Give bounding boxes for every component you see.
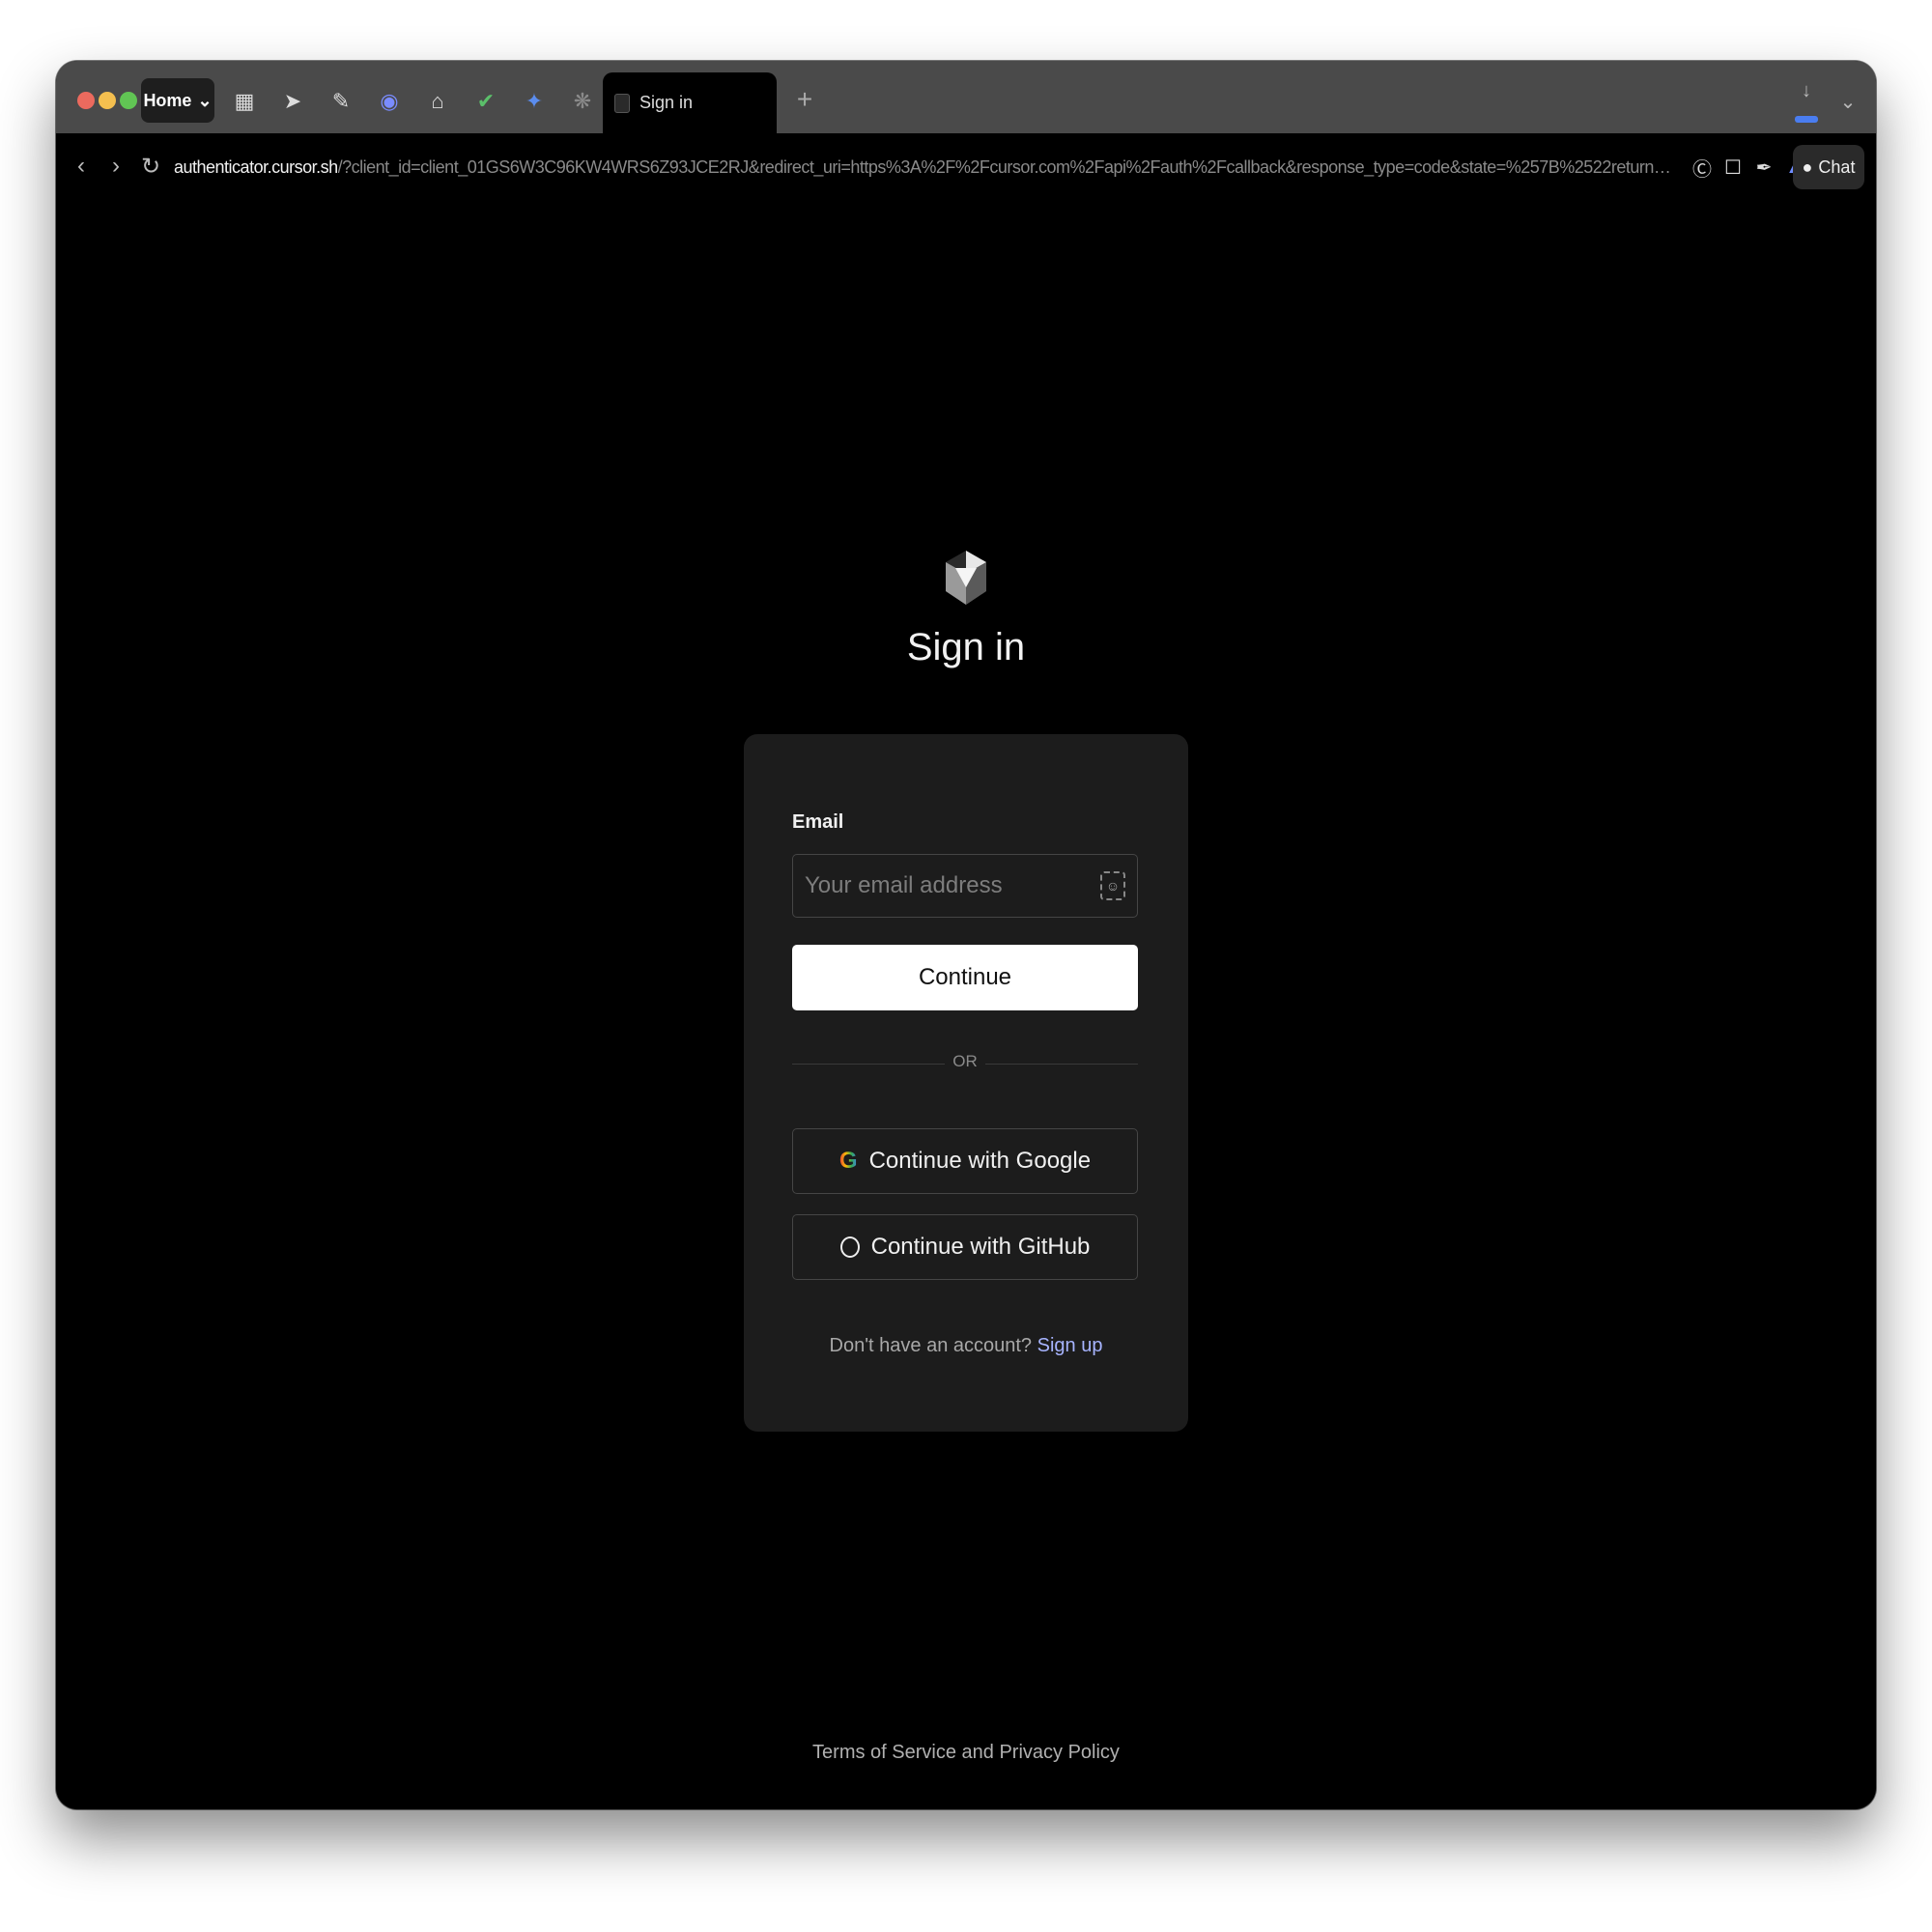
tab-title: Sign in xyxy=(639,93,694,112)
google-button-label: Continue with Google xyxy=(868,1148,1092,1174)
chat-bubble-icon: ● xyxy=(1802,156,1813,177)
url-path: /?client_id=client_01GS6W3C96KW4WRS6Z93J… xyxy=(337,156,1676,177)
home-space-tab[interactable]: Home ⌄ xyxy=(141,78,214,123)
autofill-scan-icon[interactable]: ☺ xyxy=(1100,871,1125,900)
continue-with-google-button[interactable]: G Continue with Google xyxy=(792,1128,1138,1194)
person-icon: ☺ xyxy=(1105,878,1121,894)
reload-icon: ↻ xyxy=(140,153,161,180)
chat-button-label: Chat xyxy=(1818,156,1856,177)
chevron-down-icon: ⌄ xyxy=(197,90,213,110)
pinned-tab-browser[interactable]: ◉ xyxy=(370,82,409,121)
chevron-left-icon: ‹ xyxy=(77,153,85,179)
tab-bar: Home ⌄ ▦ ➤ ✎ ◉ ⌂ ✔ ✦ ❋ Sign in + ↓ ⌄ xyxy=(56,61,1876,133)
plus-icon: + xyxy=(796,84,813,114)
pinned-tab-notes[interactable]: ✎ xyxy=(322,82,360,121)
tab-sign-in[interactable]: Sign in xyxy=(603,72,777,133)
github-icon xyxy=(839,1236,860,1258)
edit-box-icon: ☐ xyxy=(1724,156,1742,179)
tab-overview-button[interactable]: ⌄ xyxy=(1833,82,1862,121)
reload-button[interactable]: ↻ xyxy=(133,147,168,185)
forward-button[interactable]: › xyxy=(99,147,133,185)
downloads-button[interactable]: ↓ xyxy=(1787,80,1826,128)
sparkle-icon: ✦ xyxy=(525,89,544,113)
github-button-label: Continue with GitHub xyxy=(870,1234,1091,1260)
signup-prompt: Don't have an account? Sign up xyxy=(744,1335,1188,1357)
house-icon: ⌂ xyxy=(431,89,444,113)
page-title: Sign in xyxy=(906,626,1026,668)
chat-button[interactable]: ● Chat xyxy=(1793,145,1864,189)
zoom-window-button[interactable] xyxy=(120,92,137,109)
new-tab-button[interactable]: + xyxy=(785,80,824,119)
pinned-tab-openai[interactable]: ❋ xyxy=(563,82,602,121)
extension-translate[interactable]: Ⓒ xyxy=(1689,153,1716,182)
calendar-icon: ▦ xyxy=(234,89,255,113)
chevron-down-icon: ⌄ xyxy=(1839,91,1857,113)
url-field[interactable]: authenticator.cursor.sh/?client_id=clien… xyxy=(174,133,1676,201)
chevron-right-icon: › xyxy=(112,153,120,179)
download-progress-bar xyxy=(1795,116,1818,123)
page-favicon-icon xyxy=(614,93,630,113)
email-label: Email xyxy=(792,811,844,833)
page-content: Sign in Email ☺ Continue OR G Continue w… xyxy=(56,201,1876,1809)
continue-button[interactable]: Continue xyxy=(792,945,1138,1010)
notes-icon: ✎ xyxy=(331,89,351,113)
pinned-tab-check[interactable]: ✔ xyxy=(467,82,505,121)
sign-in-card: Email ☺ Continue OR G Continue with Goog… xyxy=(744,734,1188,1432)
cursor-logo-icon xyxy=(946,551,986,605)
pinned-tab-home[interactable]: ⌂ xyxy=(418,82,457,121)
divider-line-right xyxy=(985,1064,1138,1065)
sign-up-link[interactable]: Sign up xyxy=(1037,1335,1103,1356)
extension-notes[interactable]: ☐ xyxy=(1719,153,1747,182)
back-button[interactable]: ‹ xyxy=(64,147,99,185)
openai-icon: ❋ xyxy=(573,89,592,113)
email-input[interactable] xyxy=(792,854,1138,918)
url-host: authenticator.cursor.sh xyxy=(174,156,338,177)
home-tab-label: Home xyxy=(143,90,192,110)
paper-plane-icon: ➤ xyxy=(283,89,302,113)
translate-icon: Ⓒ xyxy=(1692,158,1712,181)
feather-icon: ✒ xyxy=(1755,156,1773,179)
continue-with-github-button[interactable]: Continue with GitHub xyxy=(792,1214,1138,1280)
address-bar: ‹ › ↻ authenticator.cursor.sh/?client_id… xyxy=(56,133,1876,202)
pinned-tab-sparkle[interactable]: ✦ xyxy=(515,82,554,121)
or-text: OR xyxy=(952,1052,978,1070)
close-window-button[interactable] xyxy=(77,92,95,109)
terms-privacy-link[interactable]: Terms of Service and Privacy Policy xyxy=(56,1742,1876,1764)
google-icon: G xyxy=(838,1148,858,1174)
or-divider: OR xyxy=(792,1052,1138,1075)
pinned-tab-calendar[interactable]: ▦ xyxy=(225,82,264,121)
check-circle-icon: ✔ xyxy=(476,89,496,113)
minimize-window-button[interactable] xyxy=(99,92,116,109)
globe-icon: ◉ xyxy=(380,89,399,113)
download-arrow-icon: ↓ xyxy=(1802,80,1811,101)
browser-window: Home ⌄ ▦ ➤ ✎ ◉ ⌂ ✔ ✦ ❋ Sign in + ↓ ⌄ ‹ ›… xyxy=(56,61,1876,1809)
pinned-tab-send[interactable]: ➤ xyxy=(273,82,312,121)
no-account-text: Don't have an account? xyxy=(829,1335,1037,1356)
extension-feather[interactable]: ✒ xyxy=(1750,153,1777,182)
